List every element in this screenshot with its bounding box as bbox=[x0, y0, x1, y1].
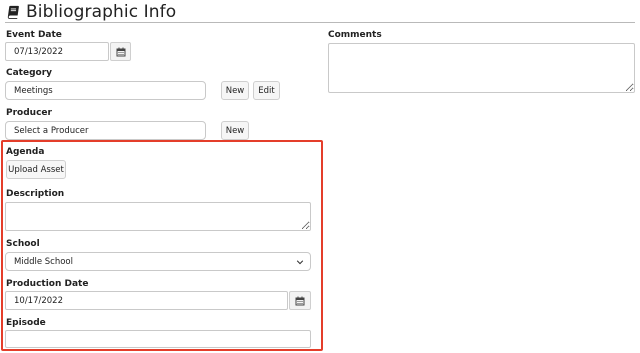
event-date-input[interactable]: 07/13/2022 bbox=[5, 42, 109, 61]
comments-label: Comments bbox=[328, 30, 382, 40]
production-date-input[interactable]: 10/17/2022 bbox=[5, 291, 288, 310]
school-select[interactable]: Middle School bbox=[5, 252, 311, 271]
page-title: Bibliographic Info bbox=[26, 2, 177, 22]
chevron-down-icon bbox=[296, 260, 304, 265]
producer-label: Producer bbox=[6, 108, 52, 118]
section-header: Bibliographic Info bbox=[6, 2, 176, 22]
description-textarea[interactable] bbox=[5, 202, 311, 231]
event-date-calendar-button[interactable] bbox=[110, 42, 131, 61]
school-label: School bbox=[6, 239, 40, 249]
category-value: Meetings bbox=[14, 85, 53, 96]
event-date-label: Event Date bbox=[6, 30, 62, 40]
category-edit-button[interactable]: Edit bbox=[253, 81, 280, 100]
description-label: Description bbox=[6, 189, 65, 199]
upload-asset-button[interactable]: Upload Asset bbox=[6, 160, 66, 179]
event-date-value: 07/13/2022 bbox=[14, 46, 63, 57]
title-divider bbox=[5, 22, 635, 23]
producer-new-button[interactable]: New bbox=[221, 121, 249, 140]
comments-textarea[interactable] bbox=[328, 43, 635, 93]
calendar-icon bbox=[295, 296, 305, 305]
producer-input[interactable]: Select a Producer bbox=[5, 121, 206, 140]
category-input[interactable]: Meetings bbox=[5, 81, 206, 100]
calendar-icon bbox=[116, 47, 125, 56]
book-icon bbox=[7, 5, 19, 19]
agenda-label: Agenda bbox=[6, 147, 45, 157]
episode-label: Episode bbox=[6, 318, 46, 328]
school-value: Middle School bbox=[14, 256, 73, 267]
episode-input[interactable] bbox=[5, 330, 311, 348]
category-label: Category bbox=[6, 68, 53, 78]
category-new-button[interactable]: New bbox=[221, 81, 249, 100]
production-date-value: 10/17/2022 bbox=[14, 295, 63, 306]
production-date-calendar-button[interactable] bbox=[289, 291, 311, 310]
producer-placeholder: Select a Producer bbox=[14, 125, 89, 136]
production-date-label: Production Date bbox=[6, 279, 89, 289]
